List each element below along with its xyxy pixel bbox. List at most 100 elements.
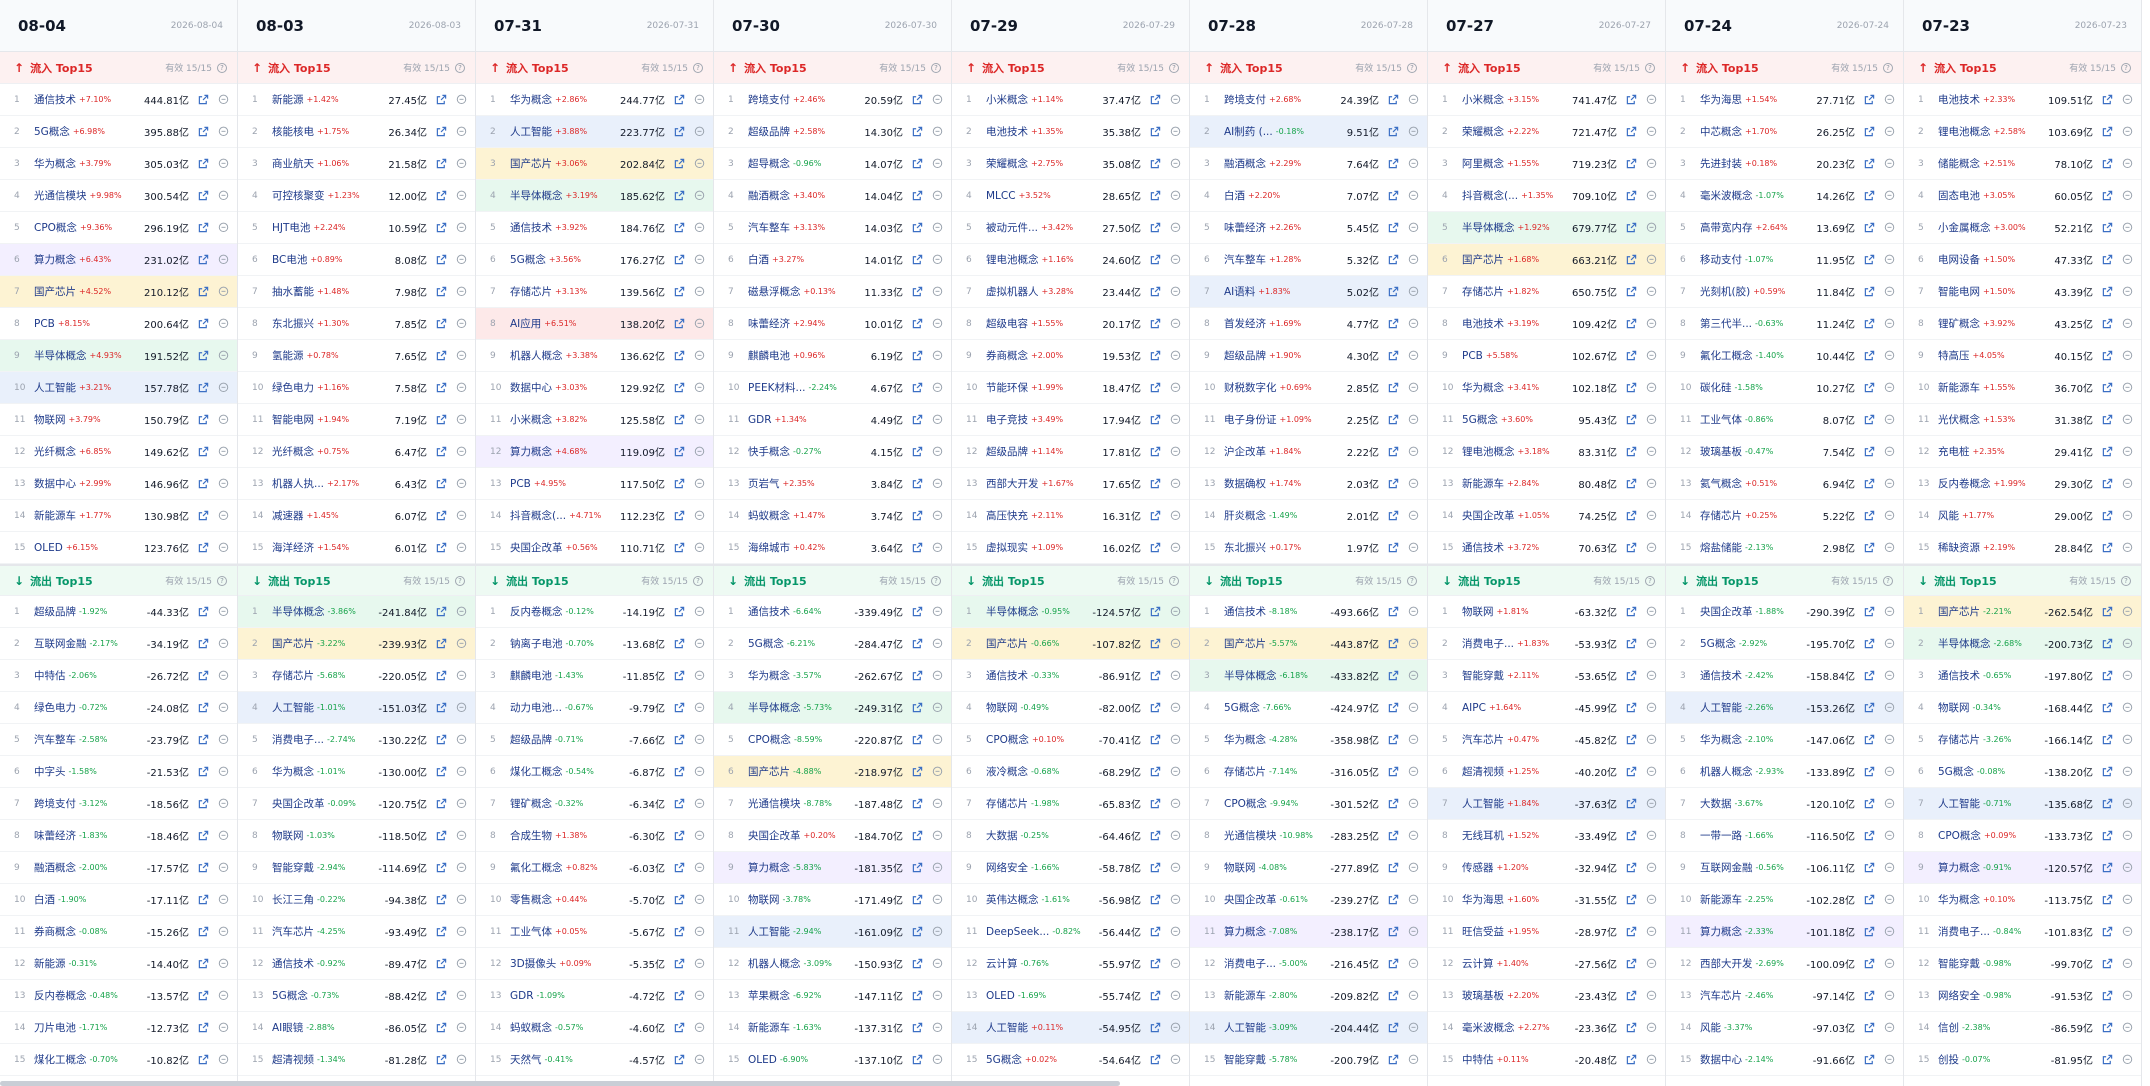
sector-row[interactable]: 13 5G概念 -0.73% -88.42亿 [238, 980, 475, 1012]
sector-name-link[interactable]: 核能核电 [272, 124, 314, 139]
sector-row[interactable]: 9 氟化工概念 +0.82% -6.03亿 [476, 852, 713, 884]
external-link-icon[interactable] [435, 254, 447, 266]
sector-row[interactable]: 7 智能电网 +1.50% 43.39亿 [1904, 276, 2141, 308]
sector-name-link[interactable]: 半导体概念 [272, 604, 325, 619]
external-link-icon[interactable] [1149, 862, 1161, 874]
sector-name-link[interactable]: 存储芯片 [510, 284, 552, 299]
external-link-icon[interactable] [197, 318, 209, 330]
external-link-icon[interactable] [1387, 158, 1399, 170]
chat-bubble-icon[interactable] [1407, 382, 1419, 394]
sector-row[interactable]: 8 CPO概念 +0.09% -133.73亿 [1904, 820, 2141, 852]
sector-row[interactable]: 7 虚拟机器人 +3.28% 23.44亿 [952, 276, 1189, 308]
sector-name-link[interactable]: 特高压 [1938, 348, 1970, 363]
external-link-icon[interactable] [435, 606, 447, 618]
sector-row[interactable]: 4 光通信模块 +9.98% 300.54亿 [0, 180, 237, 212]
chat-bubble-icon[interactable] [1645, 222, 1657, 234]
chat-bubble-icon[interactable] [2121, 830, 2133, 842]
sector-name-link[interactable]: 人工智能 [986, 1020, 1028, 1035]
external-link-icon[interactable] [1863, 446, 1875, 458]
sector-row[interactable]: 9 物联网 -4.08% -277.89亿 [1190, 852, 1427, 884]
sector-row[interactable]: 13 新能源车 +2.84% 80.48亿 [1428, 468, 1665, 500]
chat-bubble-icon[interactable] [1645, 734, 1657, 746]
sector-name-link[interactable]: 煤化工概念 [34, 1052, 87, 1067]
chat-bubble-icon[interactable] [455, 958, 467, 970]
sector-name-link[interactable]: 机器人概念 [1700, 764, 1753, 779]
sector-row[interactable]: 11 算力概念 -2.33% -101.18亿 [1666, 916, 1903, 948]
sector-name-link[interactable]: 信创 [1938, 1020, 1959, 1035]
sector-name-link[interactable]: 商业航天 [272, 156, 314, 171]
external-link-icon[interactable] [911, 830, 923, 842]
external-link-icon[interactable] [1149, 670, 1161, 682]
sector-row[interactable]: 7 人工智能 +1.84% -37.63亿 [1428, 788, 1665, 820]
sector-name-link[interactable]: 超清视频 [272, 1052, 314, 1067]
sector-name-link[interactable]: 券商概念 [986, 348, 1028, 363]
chat-bubble-icon[interactable] [2121, 702, 2133, 714]
chat-bubble-icon[interactable] [1645, 894, 1657, 906]
sector-name-link[interactable]: 通信技术 [1224, 604, 1266, 619]
external-link-icon[interactable] [435, 414, 447, 426]
external-link-icon[interactable] [1387, 734, 1399, 746]
chat-bubble-icon[interactable] [931, 222, 943, 234]
chat-bubble-icon[interactable] [1169, 990, 1181, 1002]
sector-row[interactable]: 5 消费电子... -2.74% -130.22亿 [238, 724, 475, 756]
external-link-icon[interactable] [435, 446, 447, 458]
sector-row[interactable]: 6 5G概念 -0.08% -138.20亿 [1904, 756, 2141, 788]
external-link-icon[interactable] [1625, 382, 1637, 394]
help-icon[interactable]: ? [1645, 62, 1655, 73]
external-link-icon[interactable] [1625, 126, 1637, 138]
chat-bubble-icon[interactable] [693, 382, 705, 394]
chat-bubble-icon[interactable] [2121, 126, 2133, 138]
sector-name-link[interactable]: 5G概念 [748, 636, 784, 651]
chat-bubble-icon[interactable] [217, 1054, 229, 1066]
chat-bubble-icon[interactable] [1407, 926, 1419, 938]
sector-row[interactable]: 6 白酒 +3.27% 14.01亿 [714, 244, 951, 276]
chat-bubble-icon[interactable] [931, 638, 943, 650]
sector-name-link[interactable]: 新能源车 [1224, 988, 1266, 1003]
chat-bubble-icon[interactable] [1645, 702, 1657, 714]
external-link-icon[interactable] [1387, 926, 1399, 938]
sector-name-link[interactable]: 新能源 [34, 956, 66, 971]
sector-row[interactable]: 7 光刻机(胶) +0.59% 11.84亿 [1666, 276, 1903, 308]
sector-name-link[interactable]: 麒麟电池 [510, 668, 552, 683]
external-link-icon[interactable] [197, 126, 209, 138]
sector-row[interactable]: 9 互联网金融 -0.56% -106.11亿 [1666, 852, 1903, 884]
sector-name-link[interactable]: 融酒概念 [1224, 156, 1266, 171]
chat-bubble-icon[interactable] [455, 478, 467, 490]
external-link-icon[interactable] [1863, 94, 1875, 106]
chat-bubble-icon[interactable] [455, 254, 467, 266]
chat-bubble-icon[interactable] [217, 638, 229, 650]
chat-bubble-icon[interactable] [1169, 606, 1181, 618]
chat-bubble-icon[interactable] [1169, 1054, 1181, 1066]
external-link-icon[interactable] [673, 350, 685, 362]
sector-row[interactable]: 14 风能 +1.77% 29.00亿 [1904, 500, 2141, 532]
external-link-icon[interactable] [1625, 350, 1637, 362]
sector-row[interactable]: 7 磁悬浮概念 +0.13% 11.33亿 [714, 276, 951, 308]
chat-bubble-icon[interactable] [1169, 1022, 1181, 1034]
chat-bubble-icon[interactable] [1645, 286, 1657, 298]
chat-bubble-icon[interactable] [1883, 542, 1895, 554]
external-link-icon[interactable] [673, 510, 685, 522]
sector-name-link[interactable]: 数据中心 [34, 476, 76, 491]
chat-bubble-icon[interactable] [1645, 926, 1657, 938]
sector-row[interactable]: 4 物联网 -0.49% -82.00亿 [952, 692, 1189, 724]
external-link-icon[interactable] [1387, 254, 1399, 266]
sector-name-link[interactable]: 融酒概念 [748, 188, 790, 203]
sector-row[interactable]: 15 数据中心 -2.14% -91.66亿 [1666, 1044, 1903, 1076]
sector-row[interactable]: 12 超级品牌 +1.14% 17.81亿 [952, 436, 1189, 468]
sector-row[interactable]: 4 人工智能 -2.26% -153.26亿 [1666, 692, 1903, 724]
external-link-icon[interactable] [911, 190, 923, 202]
chat-bubble-icon[interactable] [1169, 190, 1181, 202]
help-icon[interactable]: ? [693, 62, 703, 73]
chat-bubble-icon[interactable] [2121, 798, 2133, 810]
chat-bubble-icon[interactable] [1169, 446, 1181, 458]
sector-name-link[interactable]: 人工智能 [1224, 1020, 1266, 1035]
chat-bubble-icon[interactable] [1407, 318, 1419, 330]
external-link-icon[interactable] [1863, 670, 1875, 682]
chat-bubble-icon[interactable] [693, 94, 705, 106]
sector-name-link[interactable]: 汽车芯片 [1700, 988, 1742, 1003]
chat-bubble-icon[interactable] [2121, 1022, 2133, 1034]
sector-name-link[interactable]: 5G概念 [1224, 700, 1260, 715]
chat-bubble-icon[interactable] [455, 286, 467, 298]
chat-bubble-icon[interactable] [693, 1022, 705, 1034]
sector-row[interactable]: 7 抽水蓄能 +1.48% 7.98亿 [238, 276, 475, 308]
